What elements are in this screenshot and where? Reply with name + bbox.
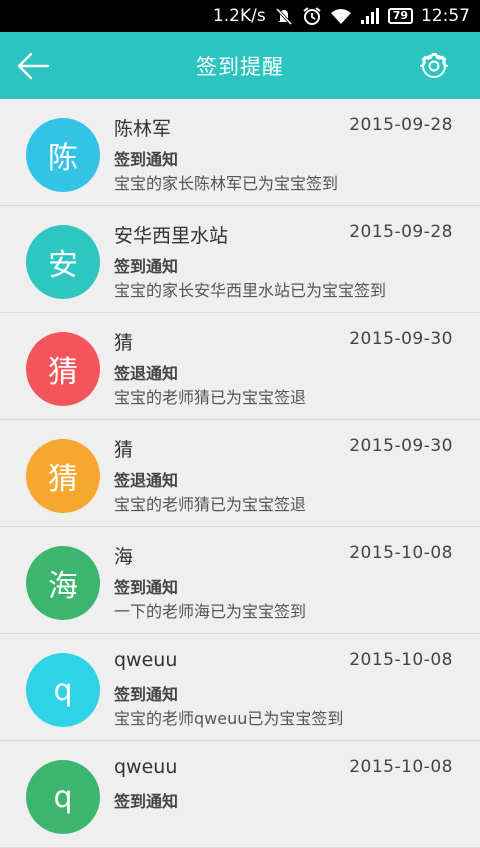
notice-type: 签到通知 — [114, 150, 179, 169]
list-item[interactable]: 猜猜 2015-09-30 签退通知宝宝的老师猜已为宝宝签退 — [0, 313, 480, 420]
back-button[interactable] — [16, 50, 50, 82]
battery-icon: 79 — [387, 8, 413, 24]
signal-icon — [360, 7, 380, 25]
item-date: 2015-10-08 — [349, 650, 453, 670]
avatar: 安 — [26, 225, 100, 299]
item-date: 2015-09-28 — [349, 222, 453, 242]
network-speed: 1.2K/s — [212, 6, 266, 26]
avatar: q — [26, 653, 100, 727]
list-item[interactable]: 猜猜 2015-09-30 签退通知宝宝的老师猜已为宝宝签退 — [0, 420, 480, 527]
notice-type: 签到通知 — [114, 578, 179, 597]
list-item[interactable]: 海海 2015-10-08 签到通知一下的老师海已为宝宝签到 — [0, 527, 480, 634]
contact-name: 陈林军 — [114, 118, 172, 140]
avatar: 陈 — [26, 118, 100, 192]
avatar: 猜 — [26, 439, 100, 513]
wifi-icon — [330, 7, 352, 25]
notification-list: 陈陈林军 2015-09-28 签到通知 宝宝的家长陈林军已为宝宝签到安安华西里水站 2… — [0, 99, 480, 848]
notice-type: 签到通知 — [114, 792, 179, 811]
settings-button[interactable] — [419, 52, 449, 80]
item-date: 2015-10-08 — [349, 757, 453, 777]
mute-icon — [274, 7, 294, 25]
notice-type: 签退通知 — [114, 364, 179, 383]
contact-name: 猜 — [114, 439, 134, 461]
app-bar: 签到提醒 — [0, 32, 480, 99]
contact-name: qweuu — [114, 756, 178, 778]
notice-type: 签到通知 — [114, 257, 179, 276]
clock: 12:57 — [421, 6, 470, 26]
item-date: 2015-09-28 — [349, 115, 453, 135]
item-date: 2015-09-30 — [349, 436, 453, 456]
gear-icon — [419, 53, 449, 78]
list-item[interactable]: q qweuu 2015-10-08 签到通知 — [0, 741, 480, 848]
notice-message: 宝宝的老师qweuu已为宝宝签到 — [114, 709, 344, 728]
avatar: 猜 — [26, 332, 100, 406]
notice-message: 宝宝的家长陈林军已为宝宝签到 — [114, 174, 339, 193]
contact-name: 安华西里水站 — [114, 225, 229, 247]
alarm-icon — [302, 6, 322, 26]
item-date: 2015-10-08 — [349, 543, 453, 563]
list-item[interactable]: 安安华西里水站 2015-09-28 签到通知宝宝的家长安华西里水站已为宝宝签到 — [0, 206, 480, 313]
status-bar: 1.2K/s 79 12:57 — [0, 0, 480, 32]
avatar: q — [26, 760, 100, 834]
notice-message: 宝宝的老师猜已为宝宝签退 — [114, 388, 307, 407]
notice-type: 签到通知 — [114, 685, 179, 704]
list-item[interactable]: 陈陈林军 2015-09-28 签到通知宝宝的家长陈林军已为宝宝签到 — [0, 99, 480, 206]
contact-name: qweuu — [114, 649, 178, 671]
notice-type: 签退通知 — [114, 471, 179, 490]
page-title: 签到提醒 — [196, 54, 284, 79]
avatar: 海 — [26, 546, 100, 620]
notice-message: 宝宝的家长安华西里水站已为宝宝签到 — [114, 281, 387, 300]
notice-message: 宝宝的老师猜已为宝宝签退 — [114, 495, 307, 514]
notice-message: 一下的老师海已为宝宝签到 — [114, 602, 307, 621]
back-arrow-icon — [17, 52, 50, 80]
contact-name: 海 — [114, 546, 134, 568]
contact-name: 猜 — [114, 332, 134, 354]
item-date: 2015-09-30 — [349, 329, 453, 349]
list-item[interactable]: q qweuu 2015-10-08 签到通知宝宝的老师qweuu已为宝宝签到 — [0, 634, 480, 741]
